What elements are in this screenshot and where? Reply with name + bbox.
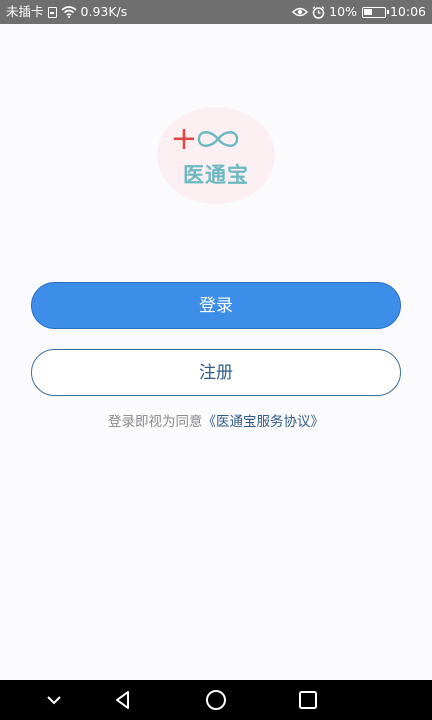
app-logo: 医通宝 — [157, 107, 275, 204]
infinity-icon — [197, 131, 239, 147]
battery-icon — [361, 6, 389, 18]
navigation-bar — [0, 680, 432, 720]
collapse-icon[interactable] — [42, 688, 66, 712]
plus-icon — [174, 129, 194, 149]
logo-text: 医通宝 — [183, 163, 249, 187]
service-agreement-link[interactable]: 《医通宝服务协议》 — [203, 414, 325, 430]
login-button[interactable]: 登录 — [31, 282, 401, 329]
eye-icon — [292, 7, 309, 17]
clock: 10:06 — [389, 4, 426, 19]
network-speed: 0.93K/s — [80, 4, 128, 19]
alarm-icon — [312, 5, 325, 19]
status-bar: 未插卡 0.93K/s 10% 10:06 — [0, 0, 432, 24]
recents-icon[interactable] — [296, 688, 320, 712]
status-left: 未插卡 0.93K/s — [6, 0, 127, 24]
agreement-prefix: 登录即视为同意 — [108, 414, 203, 430]
home-icon[interactable] — [204, 688, 228, 712]
sim-icon — [47, 6, 57, 18]
wifi-icon — [60, 6, 77, 18]
status-right: 10% 10:06 — [292, 0, 426, 24]
logo-mark — [174, 129, 239, 149]
carrier-text: 未插卡 — [6, 4, 44, 19]
agreement-notice: 登录即视为同意《医通宝服务协议》 — [0, 410, 432, 430]
register-button[interactable]: 注册 — [31, 349, 401, 396]
back-icon[interactable] — [111, 688, 135, 712]
battery-percent: 10% — [329, 4, 357, 19]
